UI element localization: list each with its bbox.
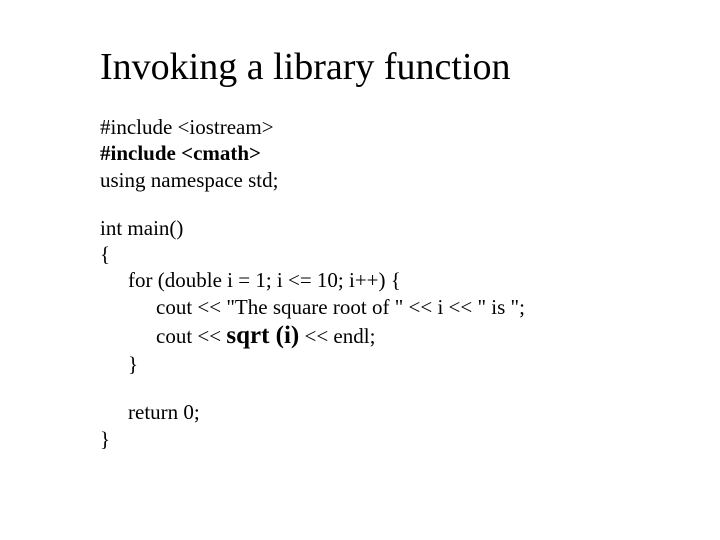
code-line: #include <iostream> [100,114,630,140]
code-line: } [100,426,630,452]
slide-title: Invoking a library function [100,45,630,89]
code-line: { [100,241,630,267]
code-line-emphasis: #include <cmath> [100,140,630,166]
code-emphasis-sqrt: sqrt (i) [226,322,299,349]
code-line: using namespace std; [100,167,630,193]
code-line: return 0; [100,399,630,425]
code-line: int main() [100,215,630,241]
code-line: for (double i = 1; i <= 10; i++) { [100,267,630,293]
code-line: cout << sqrt (i) << endl; [100,320,630,351]
code-line: cout << "The square root of " << i << " … [100,294,630,320]
code-line: } [100,351,630,377]
code-block: #include <iostream> #include <cmath> usi… [100,114,630,452]
